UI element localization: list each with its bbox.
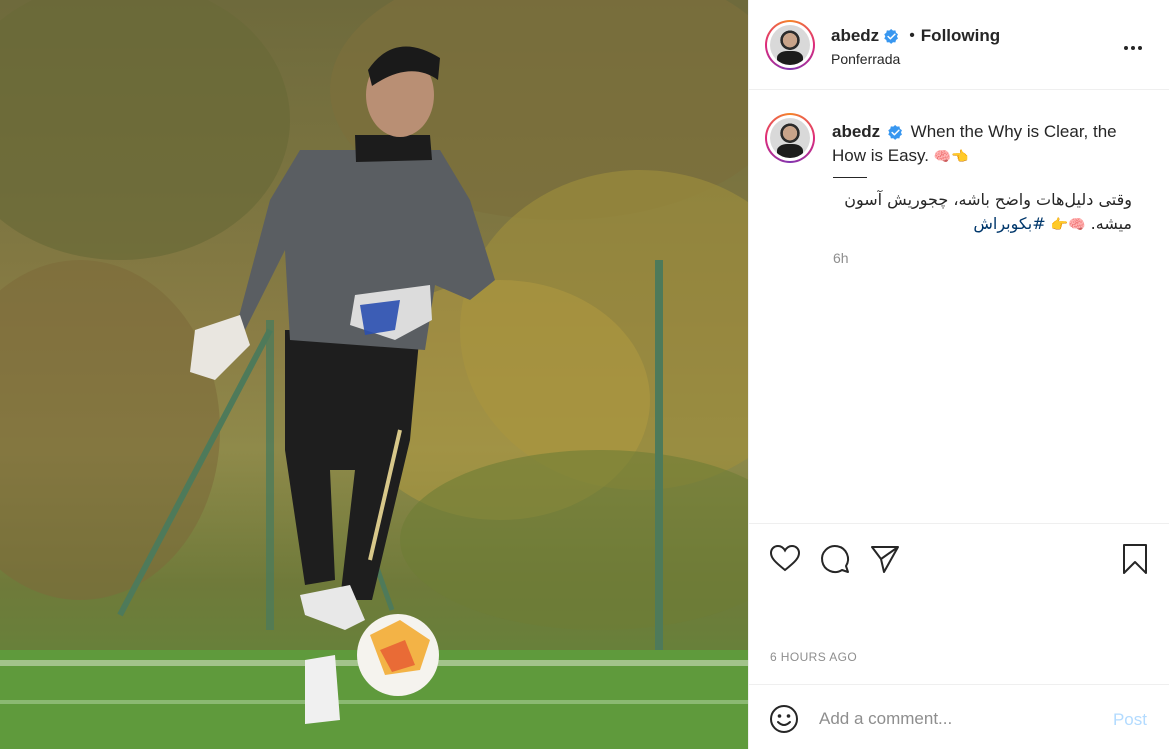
post-location[interactable]: Ponferrada	[831, 51, 900, 67]
caption-avatar-image	[770, 118, 810, 158]
post-header: abedz • Following Ponferrada	[749, 0, 1169, 90]
caption-hashtag-link[interactable]: #بکوبراش	[973, 214, 1045, 233]
post-actions	[749, 523, 1169, 585]
author-avatar[interactable]	[765, 20, 815, 70]
post-timestamp[interactable]: 6 HOURS AGO	[770, 650, 857, 664]
author-username[interactable]: abedz	[831, 26, 879, 46]
bookmark-icon[interactable]	[1119, 543, 1151, 575]
caption-section: abedz When the Why is Clear, the How is …	[749, 91, 1169, 523]
comment-icon[interactable]	[819, 543, 851, 575]
heart-icon[interactable]	[769, 543, 801, 575]
caption-username[interactable]: abedz	[832, 122, 880, 141]
header-user-line: abedz • Following	[831, 26, 1000, 46]
verified-badge-icon	[884, 28, 899, 44]
post-photo[interactable]	[0, 0, 748, 749]
more-dots-graphic	[1124, 46, 1142, 50]
comment-bar: Post	[749, 684, 1169, 749]
header-separator: •	[909, 27, 915, 44]
comment-input[interactable]	[819, 707, 1099, 731]
smiley-icon[interactable]	[769, 704, 799, 734]
caption-relative-time[interactable]: 6h	[833, 250, 849, 266]
caption-persian-emoji: 🧠👉	[1050, 217, 1086, 233]
caption-verified-badge-icon	[888, 125, 902, 140]
more-options-icon[interactable]	[1123, 34, 1143, 54]
caption-text: abedz When the Why is Clear, the How is …	[832, 120, 1142, 169]
avatar-image	[770, 25, 810, 65]
caption-divider	[833, 177, 867, 178]
caption-english-emoji: 🧠👈	[933, 149, 969, 165]
post-comment-button[interactable]: Post	[1113, 710, 1147, 730]
caption-persian-text: وقتی دلیل‌هات واضح باشه، چجوریش آسون میش…	[832, 188, 1132, 237]
following-button[interactable]: Following	[921, 26, 1000, 46]
share-icon[interactable]	[869, 543, 901, 575]
post-side-panel: abedz • Following Ponferrada abedz When …	[748, 0, 1170, 749]
post-photo-illustration	[0, 0, 748, 749]
caption-avatar[interactable]	[765, 113, 815, 163]
